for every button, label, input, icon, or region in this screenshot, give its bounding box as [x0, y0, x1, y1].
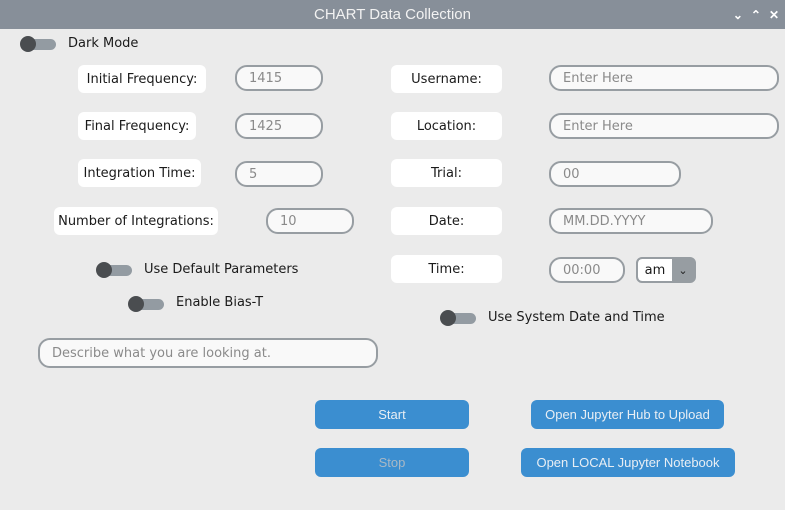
bias-t-label: Enable Bias-T: [176, 295, 264, 310]
minimize-icon[interactable]: ⌄: [733, 8, 743, 22]
stop-button[interactable]: Stop: [315, 448, 469, 477]
date-label: Date:: [391, 207, 502, 235]
final-frequency-label: Final Frequency:: [78, 112, 196, 140]
date-input[interactable]: [549, 208, 713, 234]
window-title: CHART Data Collection: [313, 6, 471, 23]
open-local-jupyter-button[interactable]: Open LOCAL Jupyter Notebook: [521, 448, 735, 477]
integration-time-input[interactable]: [235, 161, 323, 187]
default-parameters-toggle[interactable]: [96, 262, 132, 278]
system-date-time-toggle[interactable]: [440, 310, 476, 326]
final-frequency-input[interactable]: [235, 113, 323, 139]
integration-time-label: Integration Time:: [78, 159, 201, 187]
username-input[interactable]: [549, 65, 779, 91]
trial-input[interactable]: [549, 161, 681, 187]
username-label: Username:: [391, 65, 502, 93]
bias-t-toggle[interactable]: [128, 296, 164, 312]
trial-label: Trial:: [391, 159, 502, 187]
location-label: Location:: [391, 112, 502, 140]
time-label: Time:: [391, 255, 502, 283]
system-date-time-label: Use System Date and Time: [488, 310, 665, 325]
description-input[interactable]: [38, 338, 378, 368]
close-icon[interactable]: ✕: [769, 8, 779, 22]
open-jupyter-hub-button[interactable]: Open Jupyter Hub to Upload: [531, 400, 724, 429]
maximize-icon[interactable]: ⌃: [751, 8, 761, 22]
number-of-integrations-input[interactable]: [266, 208, 354, 234]
start-button[interactable]: Start: [315, 400, 469, 429]
dark-mode-toggle[interactable]: [20, 36, 56, 52]
chevron-down-icon[interactable]: ⌄: [672, 259, 694, 281]
location-input[interactable]: [549, 113, 779, 139]
ampm-dropdown[interactable]: am ⌄: [636, 257, 696, 283]
dark-mode-label: Dark Mode: [68, 36, 139, 51]
number-of-integrations-label: Number of Integrations:: [54, 207, 218, 235]
ampm-value: am: [638, 259, 672, 281]
title-bar: CHART Data Collection ⌄ ⌃ ✕: [0, 0, 785, 29]
initial-frequency-input[interactable]: [235, 65, 323, 91]
time-input[interactable]: [549, 257, 625, 283]
initial-frequency-label: Initial Frequency:: [78, 65, 206, 93]
default-parameters-label: Use Default Parameters: [144, 262, 299, 277]
